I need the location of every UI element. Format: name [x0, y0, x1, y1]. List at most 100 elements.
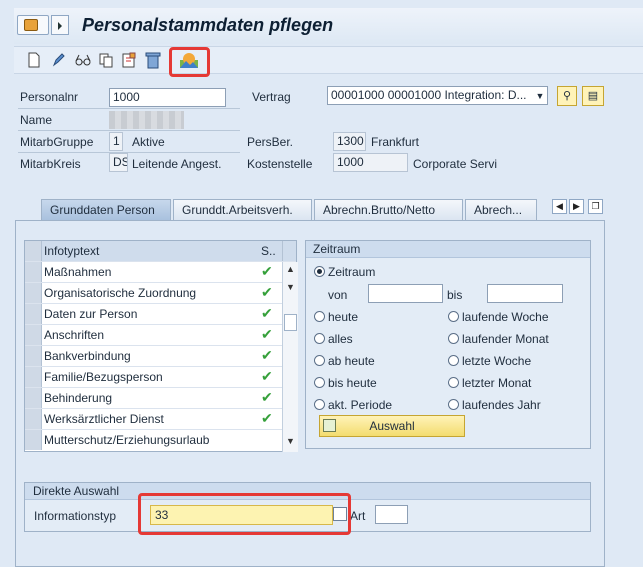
row-text: Organisatorische Zuordnung: [44, 286, 197, 300]
org-structure-icon[interactable]: ⚲: [557, 86, 577, 106]
row-selector[interactable]: [25, 430, 42, 450]
glasses-display-icon[interactable]: [74, 53, 92, 67]
von-date-input[interactable]: [368, 284, 443, 303]
table-row[interactable]: Mutterschutz/Erziehungsurlaub: [25, 430, 296, 451]
row-text: Daten zur Person: [44, 307, 138, 321]
change-history-icon[interactable]: [121, 52, 137, 68]
kostenstelle-code: 1000: [333, 153, 408, 172]
table-row[interactable]: Bankverbindung ✔: [25, 346, 296, 367]
vertrag-select[interactable]: 00001000 00001000 Integration: D...: [327, 86, 548, 105]
scroll-down-small-icon[interactable]: ▼: [286, 282, 295, 292]
toolbar-highlight: [169, 47, 210, 77]
radio-ab-heute-label: ab heute: [328, 354, 375, 368]
radio-zeitraum-label: Zeitraum: [328, 265, 376, 279]
bis-date-input[interactable]: [487, 284, 563, 303]
delete-trash-icon[interactable]: [145, 51, 161, 69]
row-selector[interactable]: [25, 262, 42, 282]
new-document-icon[interactable]: [27, 52, 41, 68]
radio-bis-heute[interactable]: [314, 377, 325, 388]
table-row[interactable]: Familie/Bezugsperson ✔: [25, 367, 296, 388]
selection-icon: [323, 419, 336, 432]
header-separator: [18, 152, 240, 153]
table-header: Infotyptext S..: [25, 241, 296, 262]
art-label: Art: [350, 509, 366, 523]
radio-laufender-monat-label: laufender Monat: [462, 332, 549, 346]
row-selector[interactable]: [25, 304, 42, 324]
mitarbgruppe-text: Aktive: [132, 135, 165, 149]
row-selector[interactable]: [25, 367, 42, 387]
row-selector[interactable]: [25, 346, 42, 366]
check-icon: ✔: [261, 410, 273, 426]
edit-pencil-icon[interactable]: [51, 52, 67, 68]
radio-laufende-woche[interactable]: [448, 311, 459, 322]
row-selector[interactable]: [25, 283, 42, 303]
check-icon: ✔: [261, 347, 273, 363]
radio-laufendes-jahr-label: laufendes Jahr: [462, 398, 541, 412]
persber-text: Frankfurt: [371, 135, 420, 149]
tab-grunddt-arbeitsverh[interactable]: Grunddt.Arbeitsverh.: [173, 199, 312, 220]
scroll-up-icon[interactable]: ▲: [286, 264, 295, 274]
check-icon: ✔: [261, 305, 273, 321]
tab-scroll-right-icon[interactable]: ▶: [569, 199, 584, 214]
column-header-status[interactable]: S..: [261, 244, 276, 258]
von-label: von: [328, 288, 348, 302]
radio-ab-heute[interactable]: [314, 355, 325, 366]
tab-grunddaten-person[interactable]: Grunddaten Person: [41, 199, 171, 220]
row-text: Maßnahmen: [44, 265, 112, 279]
row-text: Anschriften: [44, 328, 105, 342]
check-icon: ✔: [261, 326, 273, 342]
radio-akt-periode[interactable]: [314, 399, 325, 410]
informationstyp-highlight: [138, 493, 351, 535]
select-all-cell[interactable]: [25, 241, 42, 261]
tab-abrechn-brutto-netto[interactable]: Abrechn.Brutto/Netto: [314, 199, 463, 220]
infotyp-table: Infotyptext S.. Maßnahmen ✔ Organisatoris…: [24, 240, 298, 452]
mitarbkreis-text: Leitende Angest.: [132, 157, 222, 171]
app-menu-icon[interactable]: [17, 15, 49, 35]
radio-letzte-woche[interactable]: [448, 355, 459, 366]
bis-label: bis: [447, 288, 463, 302]
table-scrollbar[interactable]: ▲ ▼ ▼: [282, 262, 298, 452]
name-label: Name: [20, 113, 53, 127]
table-row[interactable]: Anschriften ✔: [25, 325, 296, 346]
mitarbkreis-code: DS: [109, 153, 128, 172]
art-input[interactable]: [375, 505, 408, 524]
row-text: Familie/Bezugsperson: [44, 370, 163, 384]
auswahl-button[interactable]: Auswahl: [319, 415, 465, 437]
scroll-down-icon[interactable]: ▼: [286, 436, 295, 446]
table-row[interactable]: Maßnahmen ✔: [25, 262, 296, 283]
radio-letzter-monat[interactable]: [448, 377, 459, 388]
radio-laufendes-jahr[interactable]: [448, 399, 459, 410]
table-row[interactable]: Behinderung ✔: [25, 388, 296, 409]
radio-akt-periode-label: akt. Periode: [328, 398, 393, 412]
menu-dropdown-button[interactable]: [51, 15, 69, 35]
tab-list-icon[interactable]: ❐: [588, 199, 603, 214]
table-row[interactable]: Daten zur Person ✔: [25, 304, 296, 325]
row-selector[interactable]: [25, 325, 42, 345]
personalnr-input[interactable]: 1000: [109, 88, 226, 107]
radio-alles[interactable]: [314, 333, 325, 344]
row-selector[interactable]: [25, 409, 42, 429]
copy-icon[interactable]: [98, 52, 114, 68]
contract-detail-icon[interactable]: ▤: [582, 86, 604, 106]
column-header-infotyptext[interactable]: Infotyptext: [44, 244, 99, 258]
kostenstelle-label: Kostenstelle: [247, 157, 313, 171]
table-row[interactable]: Werksärztlicher Dienst ✔: [25, 409, 296, 430]
kostenstelle-text: Corporate Servi: [413, 157, 498, 171]
chevron-down-icon[interactable]: ▼: [533, 88, 547, 104]
tab-abrech-more[interactable]: Abrech...: [465, 199, 537, 220]
row-selector[interactable]: [25, 388, 42, 408]
radio-heute[interactable]: [314, 311, 325, 322]
tab-scroll-left-icon[interactable]: ◀: [552, 199, 567, 214]
radio-bis-heute-label: bis heute: [328, 376, 377, 390]
radio-laufender-monat[interactable]: [448, 333, 459, 344]
name-blurred-value: [109, 111, 184, 129]
scroll-thumb[interactable]: [284, 314, 297, 331]
radio-heute-label: heute: [328, 310, 359, 324]
persber-label: PersBer.: [247, 135, 294, 149]
table-row[interactable]: Organisatorische Zuordnung ✔: [25, 283, 296, 304]
check-icon: ✔: [261, 263, 273, 279]
mitarbgruppe-label: MitarbGruppe: [20, 135, 94, 149]
column-settings-cell[interactable]: [282, 241, 296, 261]
zeitraum-title: Zeitraum: [306, 241, 590, 258]
radio-zeitraum[interactable]: [314, 266, 325, 277]
